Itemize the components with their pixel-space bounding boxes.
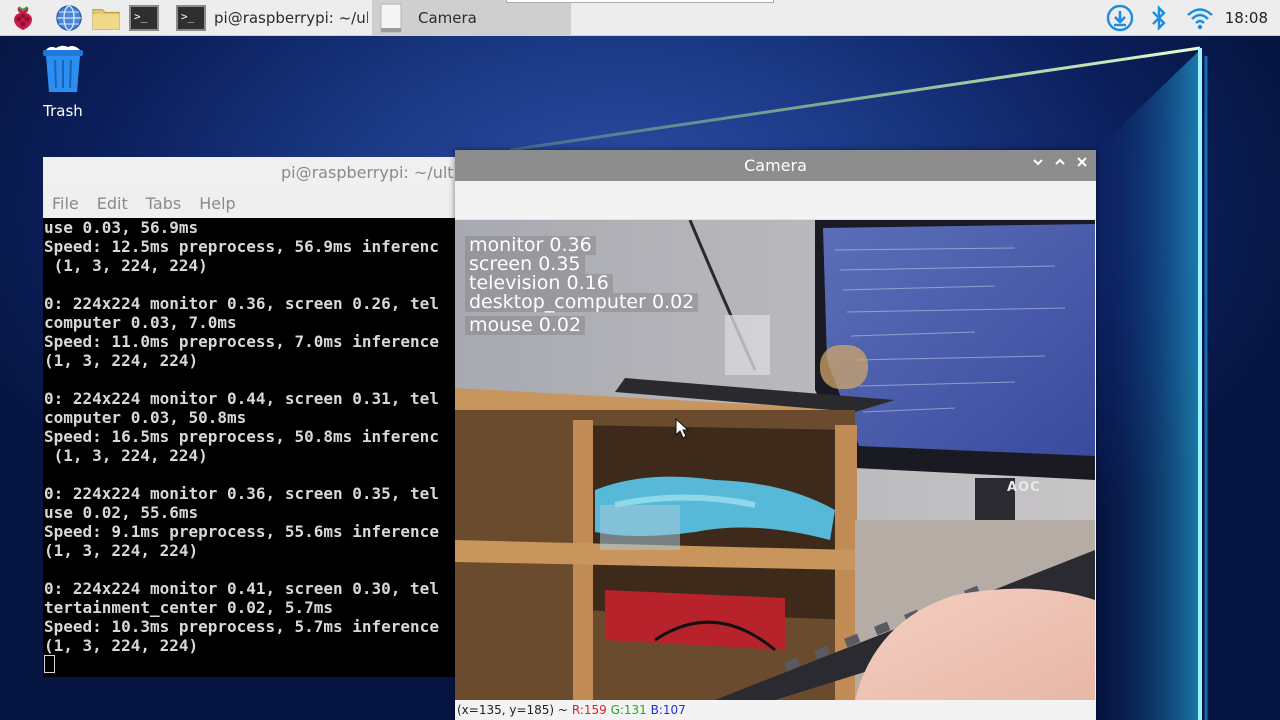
terminal-window[interactable]: pi@raspberrypi: ~/ultraly File Edit Tabs…	[43, 157, 503, 677]
terminal-line: computer 0.03, 50.8ms	[44, 408, 247, 427]
terminal-cursor	[44, 655, 55, 673]
maximize-chevron-icon[interactable]	[1051, 156, 1069, 174]
camera-window[interactable]: Camera AOC monitor 0.36 screen 0.35 tele…	[455, 150, 1096, 720]
pixel-green-value: G:131	[610, 703, 647, 717]
task-camera-label: Camera	[418, 9, 477, 27]
terminal-line: 0: 224x224 monitor 0.36, screen 0.26, te…	[44, 294, 439, 313]
close-icon[interactable]	[1073, 156, 1091, 174]
terminal-line: 0: 224x224 monitor 0.44, screen 0.31, te…	[44, 389, 439, 408]
download-icon[interactable]	[1105, 3, 1135, 33]
terminal-line: use 0.03, 56.9ms	[44, 218, 199, 237]
wifi-icon[interactable]	[1185, 3, 1215, 33]
camera-feed[interactable]: AOC monitor 0.36 screen 0.35 television 0.…	[455, 220, 1095, 700]
trash-label: Trash	[43, 102, 83, 120]
detection-labels: monitor 0.36 screen 0.35 television 0.16 de…	[465, 236, 699, 335]
terminal-prompt-line	[44, 655, 503, 674]
terminal-icon: >_	[176, 5, 206, 31]
terminal-titlebar[interactable]: pi@raspberrypi: ~/ultraly	[43, 157, 503, 188]
pixel-blue-value: B:107	[650, 703, 686, 717]
file-manager-icon[interactable]	[91, 3, 121, 33]
terminal-menubar: File Edit Tabs Help	[43, 188, 503, 218]
desktop-trash[interactable]: Trash	[36, 44, 90, 120]
menu-file[interactable]: File	[52, 194, 79, 213]
generic-window-icon	[380, 3, 402, 33]
terminal-line: 0: 224x224 monitor 0.41, screen 0.30, te…	[44, 579, 439, 598]
task-camera[interactable]: Camera	[372, 0, 571, 36]
bluetooth-icon[interactable]	[1144, 3, 1174, 33]
pixel-coords: (x=135, y=185) ~	[457, 703, 568, 717]
menu-tabs[interactable]: Tabs	[146, 194, 181, 213]
terminal-line: Speed: 11.0ms preprocess, 7.0ms inferenc…	[44, 332, 439, 351]
camera-statusbar: (x=135, y=185) ~ R:159 G:131 B:107	[455, 701, 1096, 720]
camera-toolbar	[455, 181, 1096, 220]
terminal-output[interactable]: use 0.03, 56.9ms Speed: 12.5ms preprocess…	[44, 218, 503, 675]
terminal-launcher-icon[interactable]: >_	[129, 3, 159, 33]
terminal-line: Speed: 16.5ms preprocess, 50.8ms inferen…	[44, 427, 439, 446]
terminal-line: (1, 3, 224, 224)	[44, 351, 199, 370]
terminal-line: (1, 3, 224, 224)	[44, 636, 199, 655]
detection-label: desktop_computer 0.02	[465, 293, 699, 312]
taskbar: >_ >_ pi@raspberrypi: ~/ul.. Camera 18:0…	[0, 0, 1280, 36]
clock[interactable]: 18:08	[1225, 0, 1268, 36]
camera-titlebar[interactable]: Camera	[455, 150, 1096, 181]
camera-title: Camera	[744, 156, 807, 175]
terminal-line: Speed: 9.1ms preprocess, 55.6ms inferenc…	[44, 522, 439, 541]
terminal-line: 0: 224x224 monitor 0.36, screen 0.35, te…	[44, 484, 439, 503]
terminal-line: Speed: 12.5ms preprocess, 56.9ms inferen…	[44, 237, 439, 256]
menu-edit[interactable]: Edit	[97, 194, 128, 213]
pixel-red-value: R:159	[571, 703, 607, 717]
terminal-line: (1, 3, 224, 224)	[44, 256, 208, 275]
terminal-line: (1, 3, 224, 224)	[44, 446, 208, 465]
terminal-line: computer 0.03, 7.0ms	[44, 313, 237, 332]
web-browser-icon[interactable]	[54, 3, 84, 33]
task-terminal-label: pi@raspberrypi: ~/ul..	[214, 9, 368, 27]
detection-label: mouse 0.02	[465, 316, 586, 335]
minimize-chevron-icon[interactable]	[1029, 156, 1047, 174]
monitor-brand-logo: AOC	[1007, 480, 1041, 495]
terminal-line: tertainment_center 0.02, 5.7ms	[44, 598, 333, 617]
raspberry-menu-icon[interactable]	[8, 3, 38, 33]
terminal-line: Speed: 10.3ms preprocess, 5.7ms inferenc…	[44, 617, 439, 636]
task-terminal[interactable]: >_ pi@raspberrypi: ~/ul..	[170, 0, 368, 36]
trash-icon	[43, 45, 83, 92]
terminal-line: use 0.02, 55.6ms	[44, 503, 199, 522]
terminal-lines: use 0.03, 56.9ms Speed: 12.5ms preprocess…	[44, 218, 503, 655]
terminal-line: (1, 3, 224, 224)	[44, 541, 199, 560]
window-edge	[506, 0, 774, 3]
menu-help[interactable]: Help	[199, 194, 235, 213]
